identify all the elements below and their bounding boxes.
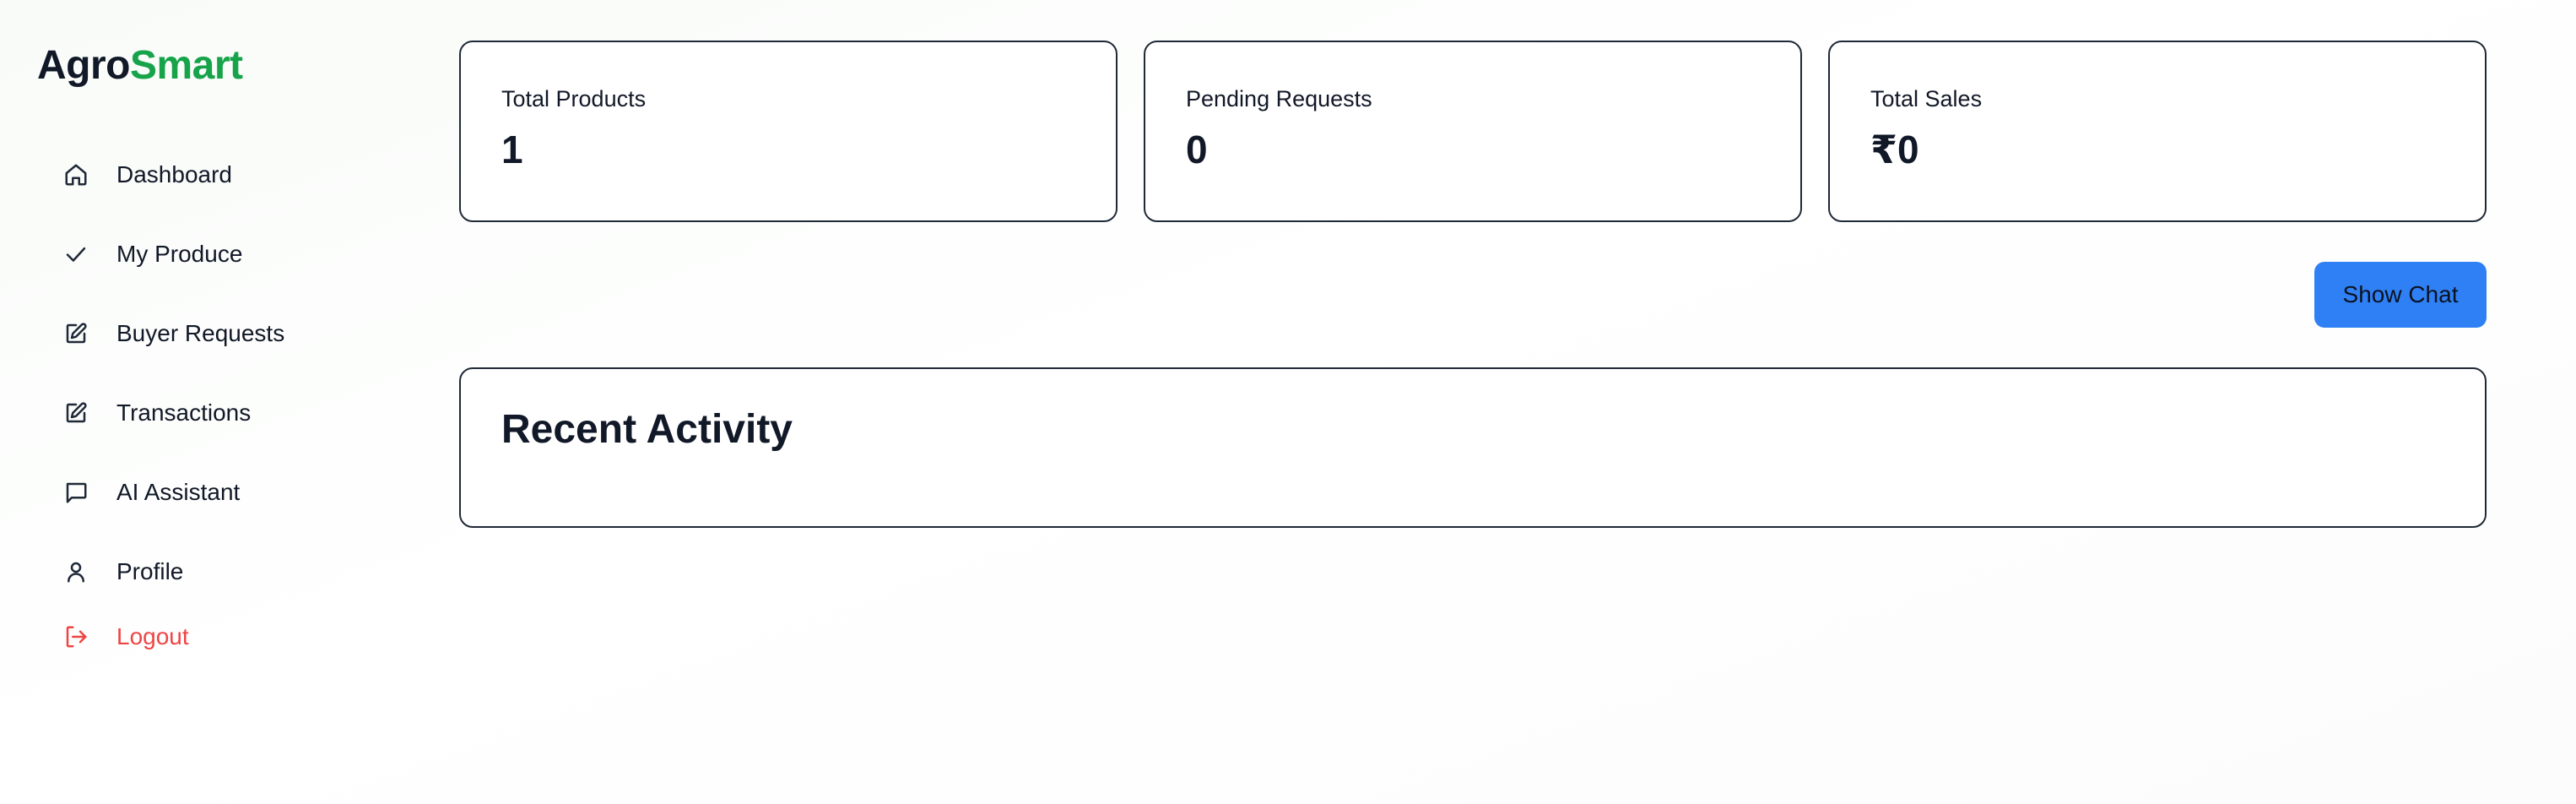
- logo-text-agro: Agro: [37, 43, 130, 88]
- sidebar-item-label: AI Assistant: [116, 479, 241, 505]
- sidebar-item-label: Buyer Requests: [116, 320, 285, 346]
- sidebar-item-profile[interactable]: Profile: [61, 532, 284, 611]
- sidebar-item-buyer-requests[interactable]: Buyer Requests: [61, 294, 284, 373]
- stat-value: 1: [501, 128, 523, 171]
- stat-card-total-products: Total Products 1: [459, 41, 1118, 222]
- recent-activity-title: Recent Activity: [501, 407, 793, 452]
- stat-card-pending-requests: Pending Requests 0: [1144, 41, 1802, 222]
- logout-label: Logout: [116, 623, 189, 649]
- sidebar-item-ai-assistant[interactable]: AI Assistant: [61, 453, 284, 532]
- stat-label: Total Products: [501, 86, 647, 111]
- user-icon: [61, 557, 91, 587]
- sidebar-item-label: Dashboard: [116, 161, 232, 187]
- message-icon: [61, 477, 91, 508]
- sidebar-item-dashboard[interactable]: Dashboard: [61, 135, 284, 215]
- edit-icon: [61, 318, 91, 349]
- stat-value: ₹0: [1870, 128, 1919, 171]
- sidebar-nav: Dashboard My Produce Buyer Requests Tran…: [61, 135, 284, 662]
- stat-card-total-sales: Total Sales ₹0: [1828, 41, 2487, 222]
- stat-value: 0: [1186, 128, 1208, 171]
- sidebar-item-label: Profile: [116, 558, 184, 584]
- sidebar-item-my-produce[interactable]: My Produce: [61, 215, 284, 294]
- logout-button[interactable]: Logout: [61, 611, 284, 662]
- stat-label: Total Sales: [1870, 86, 1983, 111]
- recent-activity-card: Recent Activity: [459, 367, 2487, 528]
- sidebar-item-transactions[interactable]: Transactions: [61, 373, 284, 453]
- app-logo[interactable]: AgroSmart: [37, 42, 243, 89]
- edit-icon: [61, 398, 91, 428]
- stat-label: Pending Requests: [1186, 86, 1372, 111]
- check-icon: [61, 239, 91, 269]
- home-icon: [61, 160, 91, 190]
- show-chat-button[interactable]: Show Chat: [2314, 262, 2487, 328]
- sidebar: AgroSmart Dashboard My Produce Buyer Req…: [0, 0, 422, 804]
- sidebar-item-label: Transactions: [116, 399, 252, 426]
- sidebar-item-label: My Produce: [116, 241, 243, 267]
- logout-icon: [61, 622, 91, 652]
- logo-text-smart: Smart: [129, 43, 243, 88]
